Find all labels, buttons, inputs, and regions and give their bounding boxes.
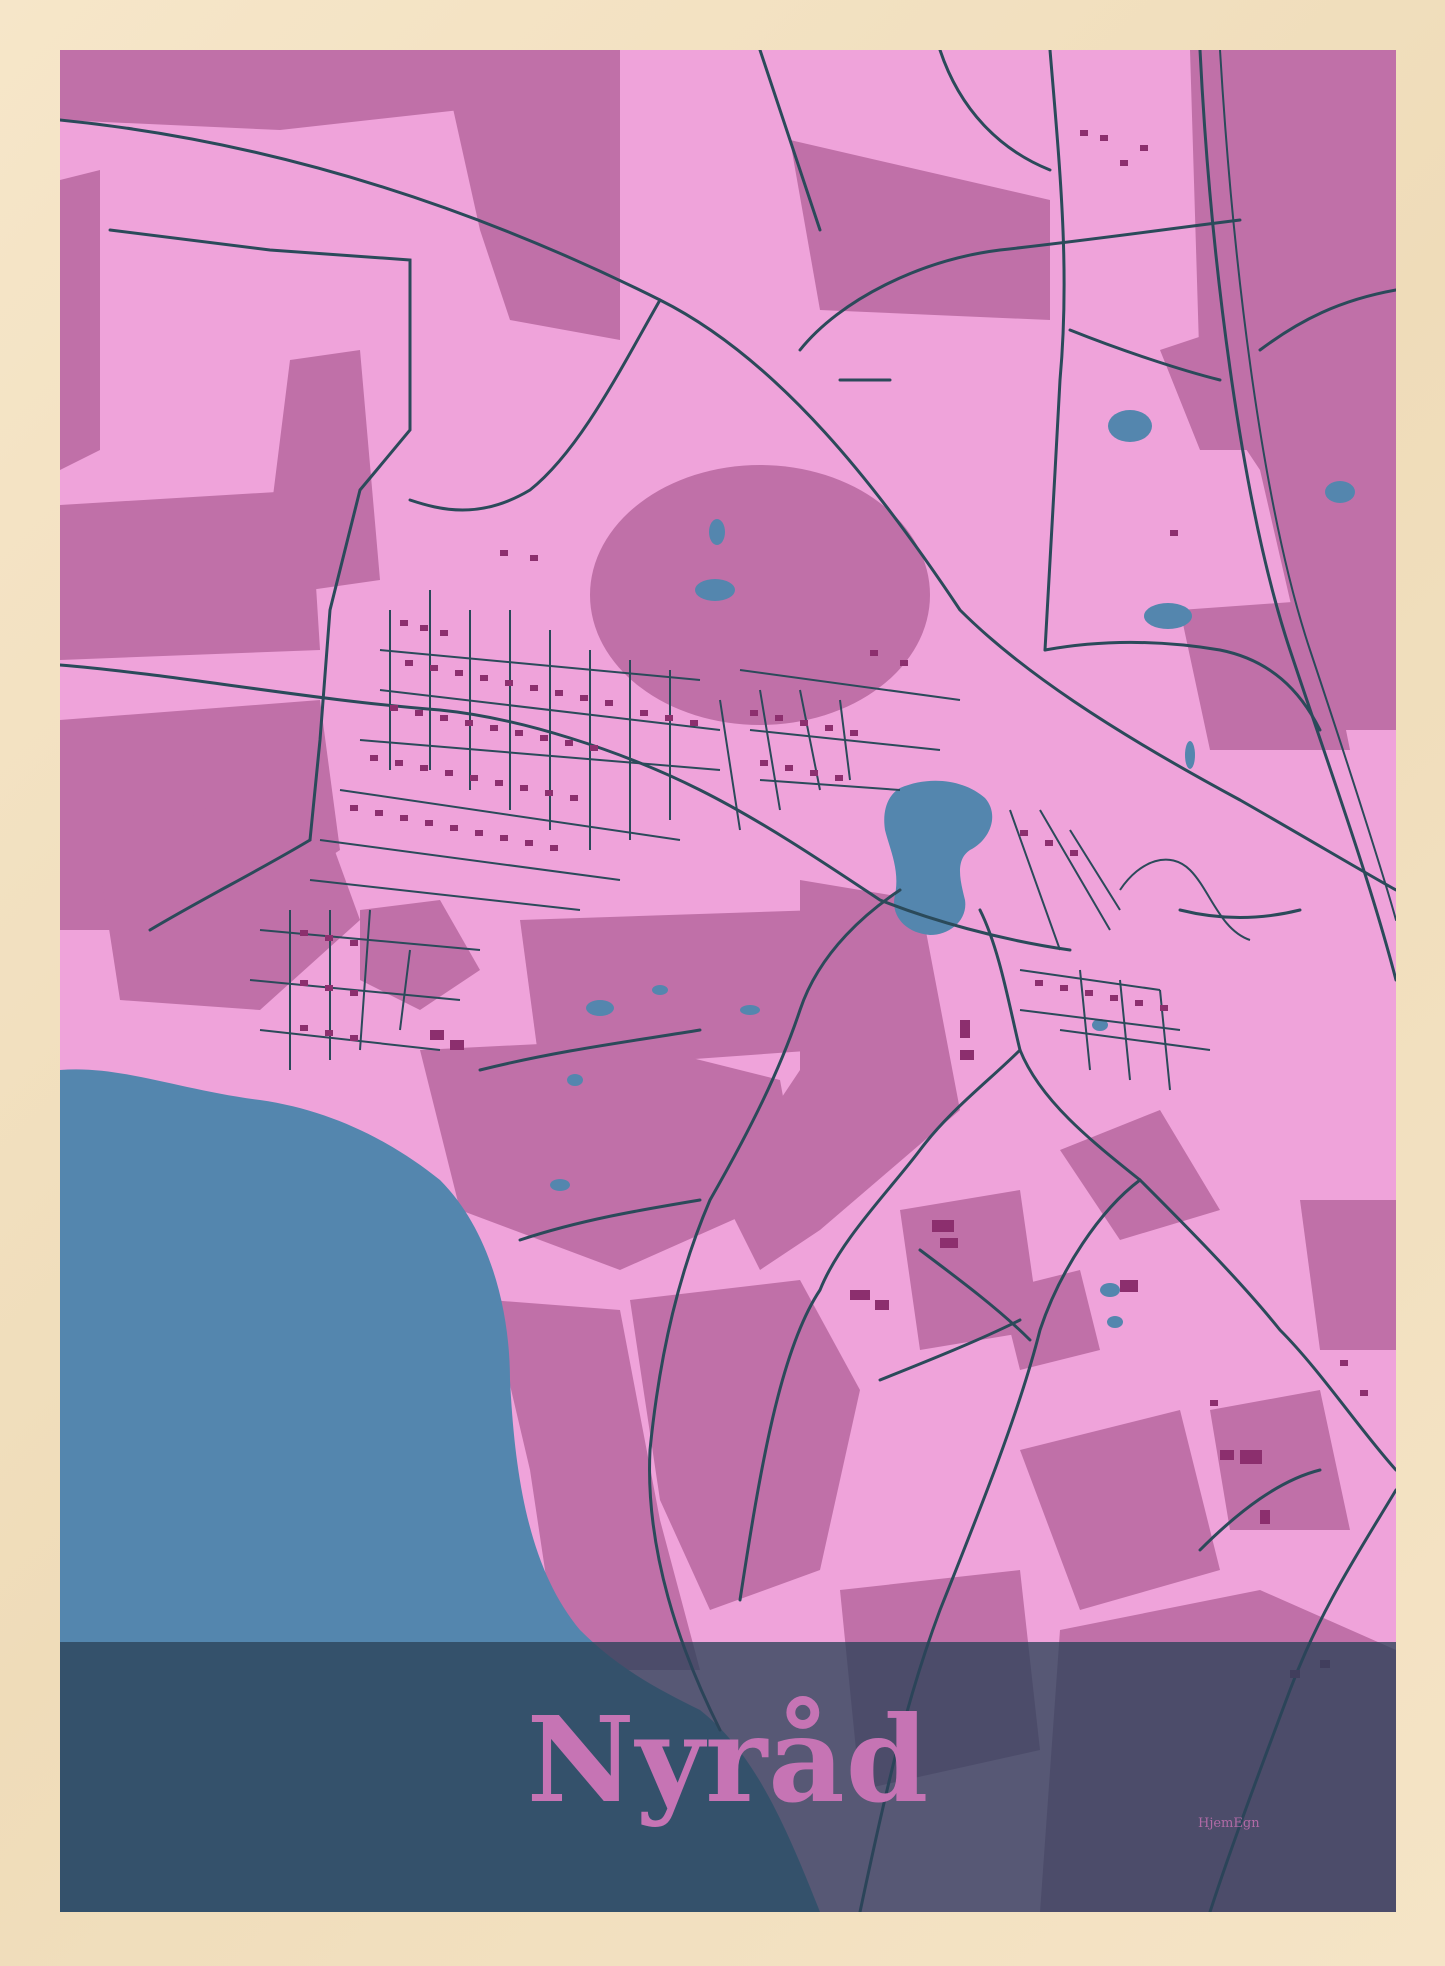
brand-mark: HjemEgn: [1198, 1816, 1260, 1831]
map-poster: Nyråd HjemEgn: [60, 50, 1396, 1912]
map-canvas: [60, 50, 1396, 1912]
poster-title: Nyråd: [526, 1690, 930, 1829]
poster-frame: Nyråd HjemEgn: [0, 0, 1445, 1966]
